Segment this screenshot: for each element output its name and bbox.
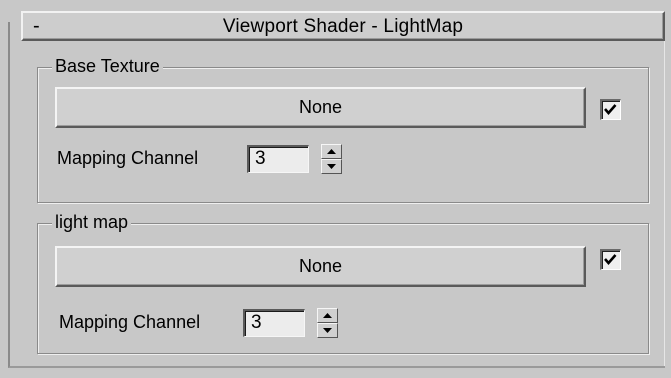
arrow-down-icon bbox=[327, 164, 336, 169]
base-mapping-channel-input[interactable]: 3 bbox=[247, 145, 309, 173]
light-mapping-channel-input[interactable]: 3 bbox=[243, 309, 305, 337]
light-map-enable-checkbox[interactable] bbox=[600, 249, 621, 270]
checkmark-icon bbox=[604, 104, 617, 115]
base-texture-group: Base Texture None Mapping Channel 3 bbox=[37, 54, 649, 203]
base-mapping-channel-label: Mapping Channel bbox=[57, 148, 199, 168]
base-mapping-channel-spinner[interactable] bbox=[321, 144, 342, 174]
light-mapping-channel-spinner[interactable] bbox=[317, 308, 338, 338]
base-spinner-up-button[interactable] bbox=[321, 144, 342, 159]
light-spinner-down-button[interactable] bbox=[317, 323, 338, 338]
checkmark-icon bbox=[604, 254, 617, 265]
arrow-down-icon bbox=[323, 328, 332, 333]
rollout-frame-highlight bbox=[664, 22, 665, 366]
rollout-title: Viewport Shader - LightMap bbox=[222, 16, 464, 37]
arrow-up-icon bbox=[323, 313, 332, 318]
base-texture-legend: Base Texture bbox=[52, 54, 163, 78]
rollout-header[interactable]: - Viewport Shader - LightMap bbox=[21, 11, 665, 41]
base-spinner-down-button[interactable] bbox=[321, 159, 342, 174]
base-texture-enable-checkbox[interactable] bbox=[600, 99, 621, 120]
light-mapping-channel-label: Mapping Channel bbox=[59, 312, 201, 332]
light-map-map-button[interactable]: None bbox=[55, 246, 586, 287]
light-map-legend: light map bbox=[52, 210, 132, 234]
arrow-up-icon bbox=[327, 149, 336, 154]
base-texture-map-button[interactable]: None bbox=[55, 87, 586, 128]
light-map-group: light map None Mapping Channel 3 bbox=[37, 210, 649, 354]
light-spinner-up-button[interactable] bbox=[317, 308, 338, 323]
